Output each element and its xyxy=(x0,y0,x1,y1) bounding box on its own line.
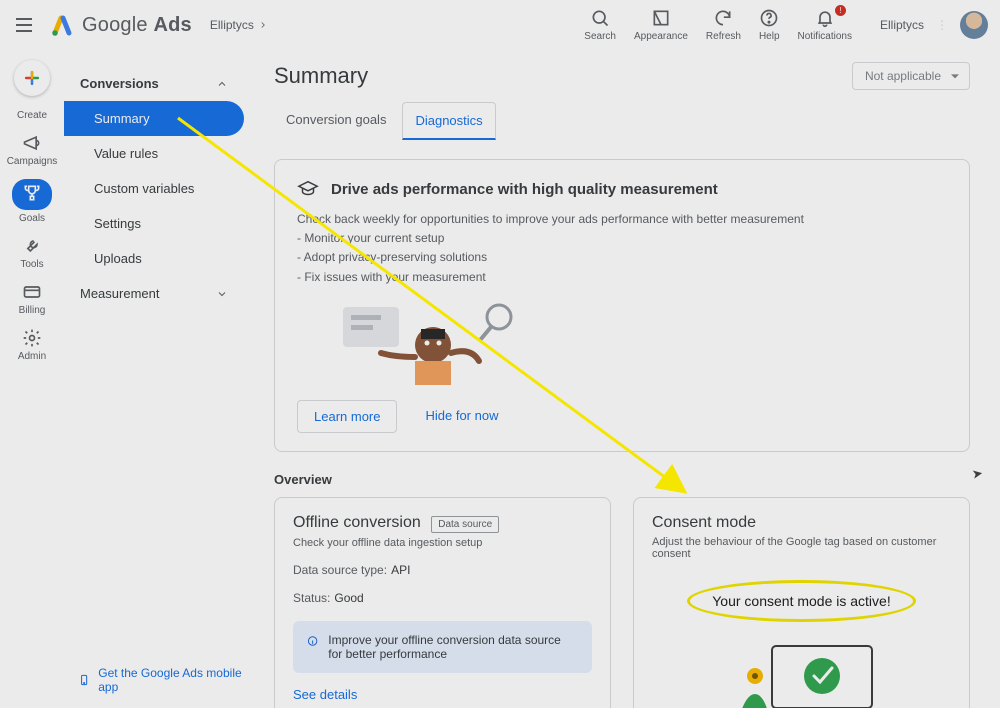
ds-type-value: API xyxy=(391,563,410,577)
tab-conversion-goals[interactable]: Conversion goals xyxy=(274,102,398,140)
notifications-button[interactable]: ! Notifications xyxy=(798,8,852,42)
brand-word-1: Google xyxy=(82,14,148,36)
learn-more-button[interactable]: Learn more xyxy=(297,400,397,433)
hide-for-now-button[interactable]: Hide for now xyxy=(409,400,514,433)
refresh-button[interactable]: Refresh xyxy=(706,8,741,42)
help-label: Help xyxy=(759,31,780,42)
search-button[interactable]: Search xyxy=(584,8,616,42)
drive-bullet-2: - Adopt privacy-preserving solutions xyxy=(297,248,947,267)
gear-icon xyxy=(22,328,42,348)
appearance-button[interactable]: Appearance xyxy=(634,8,688,42)
brand-logo[interactable]: Google Ads xyxy=(50,13,192,37)
appearance-label: Appearance xyxy=(634,31,688,42)
rail-create-label: Create xyxy=(17,110,47,121)
chevron-down-icon xyxy=(216,288,228,300)
subnav-item-settings[interactable]: Settings xyxy=(64,206,244,241)
search-label: Search xyxy=(584,31,616,42)
rail-goals[interactable]: Goals xyxy=(12,179,52,224)
drive-illustration xyxy=(333,297,947,392)
tab-diagnostics[interactable]: Diagnostics xyxy=(402,102,495,140)
drive-bullet-1: - Monitor your current setup xyxy=(297,229,947,248)
offline-see-details-link[interactable]: See details xyxy=(293,687,592,702)
get-mobile-app-link[interactable]: Get the Google Ads mobile app xyxy=(78,666,244,694)
rail-billing[interactable]: Billing xyxy=(19,282,46,316)
offline-subtitle: Check your offline data ingestion setup xyxy=(293,537,592,549)
mortarboard-icon xyxy=(297,178,319,200)
megaphone-icon xyxy=(22,133,42,153)
page-title: Summary xyxy=(274,63,368,89)
drive-desc-intro: Check back weekly for opportunities to i… xyxy=(297,210,947,229)
wrench-icon xyxy=(22,236,42,256)
account-name[interactable]: Elliptycs xyxy=(880,18,924,32)
rail-tools[interactable]: Tools xyxy=(20,236,43,270)
notification-badge: ! xyxy=(835,5,846,16)
offline-info-banner: Improve your offline conversion data sou… xyxy=(293,621,592,673)
drive-bullet-3: - Fix issues with your measurement xyxy=(297,268,947,287)
ds-type-label: Data source type: xyxy=(293,563,387,577)
consent-title: Consent mode xyxy=(652,514,756,532)
subnav-item-value-rules[interactable]: Value rules xyxy=(64,136,244,171)
help-icon xyxy=(759,8,779,28)
chevron-up-icon xyxy=(216,78,228,90)
offline-title: Offline conversion xyxy=(293,514,421,532)
rail-admin[interactable]: Admin xyxy=(18,328,46,362)
breadcrumb[interactable]: Elliptycs xyxy=(210,18,268,32)
card-icon xyxy=(22,282,42,302)
trophy-icon xyxy=(22,183,42,203)
notifications-label: Notifications xyxy=(798,31,852,42)
drive-heading: Drive ads performance with high quality … xyxy=(331,181,718,198)
breadcrumb-label: Elliptycs xyxy=(210,18,254,32)
create-button[interactable] xyxy=(14,60,50,96)
appearance-icon xyxy=(651,8,671,28)
subnav-group-measurement[interactable]: Measurement xyxy=(64,276,244,311)
consent-illustration xyxy=(652,636,951,708)
status-value: Good xyxy=(334,591,363,605)
subnav-item-uploads[interactable]: Uploads xyxy=(64,241,244,276)
refresh-label: Refresh xyxy=(706,31,741,42)
consent-subtitle: Adjust the behaviour of the Google tag b… xyxy=(652,536,951,560)
status-label: Status: xyxy=(293,591,330,605)
mobile-icon xyxy=(78,673,90,687)
rail-campaigns[interactable]: Campaigns xyxy=(7,133,58,167)
subnav-item-custom-variables[interactable]: Custom variables xyxy=(64,171,244,206)
info-icon xyxy=(307,633,318,649)
hamburger-menu[interactable] xyxy=(12,13,36,37)
help-button[interactable]: Help xyxy=(759,8,780,42)
data-source-tag: Data source xyxy=(431,516,499,533)
refresh-icon xyxy=(713,8,733,28)
overview-label: Overview xyxy=(274,472,970,487)
subnav-group-conversions[interactable]: Conversions xyxy=(64,66,244,101)
subnav-item-summary[interactable]: Summary xyxy=(64,101,244,136)
chevron-right-icon xyxy=(258,20,268,30)
bell-icon xyxy=(815,8,835,28)
scope-dropdown[interactable]: Not applicable xyxy=(852,62,970,90)
google-ads-icon xyxy=(50,13,74,37)
plus-icon xyxy=(22,68,42,88)
search-icon xyxy=(590,8,610,28)
avatar[interactable] xyxy=(960,11,988,39)
consent-active-message: Your consent mode is active! xyxy=(687,580,915,622)
brand-word-2: Ads xyxy=(153,14,191,36)
